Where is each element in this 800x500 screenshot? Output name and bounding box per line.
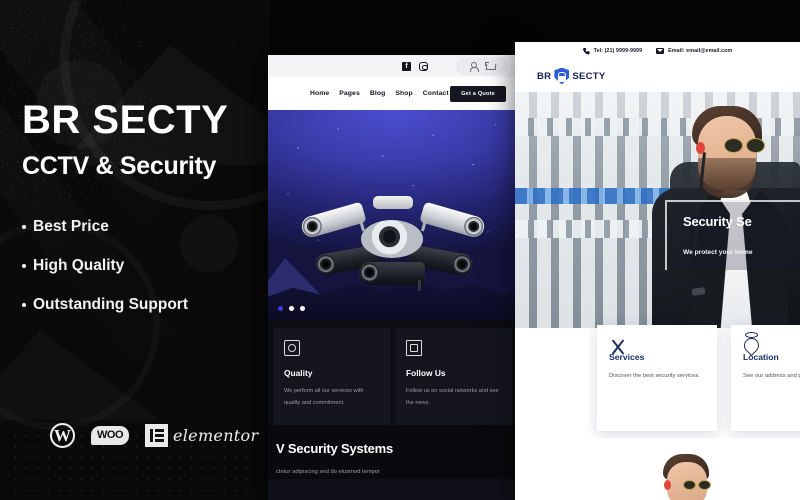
bullet-icon	[22, 303, 26, 307]
bullet-icon	[22, 225, 26, 229]
feature-label: Best Price	[33, 218, 109, 235]
list-item: High Quality	[22, 257, 248, 275]
hero-overlay-card: Security Se We protect your home	[665, 200, 800, 270]
light-navbar: BR SECTY	[515, 60, 800, 92]
carousel-dot-3[interactable]	[300, 306, 305, 311]
bottom-photo-section	[515, 438, 800, 500]
brand-logo[interactable]: BR SECTY	[537, 67, 606, 85]
feature-card-follow-us[interactable]: Follow Us Follow us on social networks a…	[396, 328, 512, 426]
nav-item-home[interactable]: Home	[310, 90, 329, 97]
hero-banner: Security Se We protect your home	[515, 92, 800, 328]
carousel-dot-2[interactable]	[289, 306, 294, 311]
section-text: ctetur adipiscing sed do eiusmod tempor	[276, 469, 381, 476]
shield-lock-icon	[554, 67, 570, 85]
envelope-icon	[656, 48, 665, 54]
wordpress-logo-icon: W	[50, 423, 75, 448]
carousel-dots[interactable]	[278, 306, 305, 311]
newspaper-icon	[406, 340, 422, 356]
cctv-camera	[359, 262, 425, 291]
card-text: Follow us on social networks and see the…	[406, 388, 499, 406]
dark-site-mockup: f Home Pages Blog Shop Contact Get a Quo…	[268, 55, 518, 500]
blue-building-band	[515, 188, 675, 204]
sunglasses	[724, 138, 768, 154]
info-card-location[interactable]: Location See our address and pa	[731, 325, 800, 431]
elementor-mark-icon	[145, 424, 168, 447]
woocommerce-logo-icon: WOO	[91, 426, 129, 445]
get-a-quote-button[interactable]: Get a Quote	[450, 85, 506, 102]
instagram-icon[interactable]	[419, 61, 428, 71]
light-site-mockup: Tel: (21) 9999-9999 Email: email@email.c…	[515, 42, 800, 500]
section-heading: V Security Systems	[276, 441, 394, 457]
card-text: We perform all our services with quality…	[284, 388, 364, 406]
page-title: BR SECTY	[22, 98, 229, 142]
feature-card-quality[interactable]: Quality We perform all our services with…	[274, 328, 390, 426]
account-cart-group	[456, 57, 508, 75]
elementor-logo-label: elementor	[173, 426, 259, 445]
card-title: Quality	[284, 368, 313, 378]
handshake-icon	[284, 340, 300, 356]
earpiece-icon-2	[664, 480, 671, 490]
user-icon[interactable]	[469, 61, 479, 72]
platform-logos: W WOO elementor	[50, 423, 258, 448]
hero-subtitle: We protect your home	[683, 249, 753, 256]
hero-carousel	[268, 110, 518, 320]
phone-label: Tel: (21) 9999-9999	[593, 48, 643, 54]
carousel-dot-1[interactable]	[278, 306, 283, 311]
logo-text-left: BR	[537, 70, 552, 82]
info-card-services[interactable]: Services Discover the best security serv…	[597, 325, 717, 431]
nav-item-blog[interactable]: Blog	[370, 90, 386, 97]
logo-text-right: SECTY	[572, 70, 606, 82]
bottom-section: V Security Systems ctetur adipiscing sed…	[268, 425, 518, 479]
hero-title: Security Se	[683, 214, 752, 229]
feature-label: Outstanding Support	[33, 296, 188, 313]
mockup-utility-bar: f	[268, 55, 518, 77]
contact-bar: Tel: (21) 9999-9999 Email: email@email.c…	[515, 42, 800, 60]
nav-links: Home Pages Blog Shop Contact	[310, 90, 449, 97]
info-cards: Services Discover the best security serv…	[597, 325, 800, 431]
feature-list: Best Price High Quality Outstanding Supp…	[22, 218, 248, 314]
phone-contact[interactable]: Tel: (21) 9999-9999	[582, 47, 643, 55]
camera-mount	[373, 196, 413, 209]
list-item: Best Price	[22, 218, 248, 236]
promo-panel: BR SECTY CCTV & Security Best Price High…	[0, 0, 270, 500]
cctv-dome-camera	[361, 220, 423, 258]
email-label: Email: email@email.com	[668, 48, 733, 54]
feature-cards: Quality We perform all our services with…	[268, 320, 518, 426]
nav-item-pages[interactable]: Pages	[339, 90, 360, 97]
cart-icon[interactable]	[485, 61, 495, 71]
nav-item-shop[interactable]: Shop	[395, 90, 412, 97]
email-contact[interactable]: Email: email@email.com	[656, 48, 732, 54]
bullet-icon	[22, 264, 26, 268]
list-item: Outstanding Support	[22, 296, 248, 314]
page-subtitle: CCTV & Security	[22, 152, 217, 180]
nav-item-contact[interactable]: Contact	[423, 90, 449, 97]
card-title: Follow Us	[406, 368, 446, 378]
card-text: Discover the best security services.	[609, 373, 700, 379]
card-text: See our address and pa	[743, 373, 800, 379]
elementor-logo: elementor	[145, 424, 258, 447]
phone-icon	[582, 47, 590, 55]
facebook-icon[interactable]: f	[402, 61, 411, 71]
decorative-triangle-2	[0, 330, 160, 420]
mockup-navbar: Home Pages Blog Shop Contact Get a Quote	[268, 77, 518, 110]
sunglasses-2	[683, 480, 713, 491]
feature-label: High Quality	[33, 257, 125, 274]
